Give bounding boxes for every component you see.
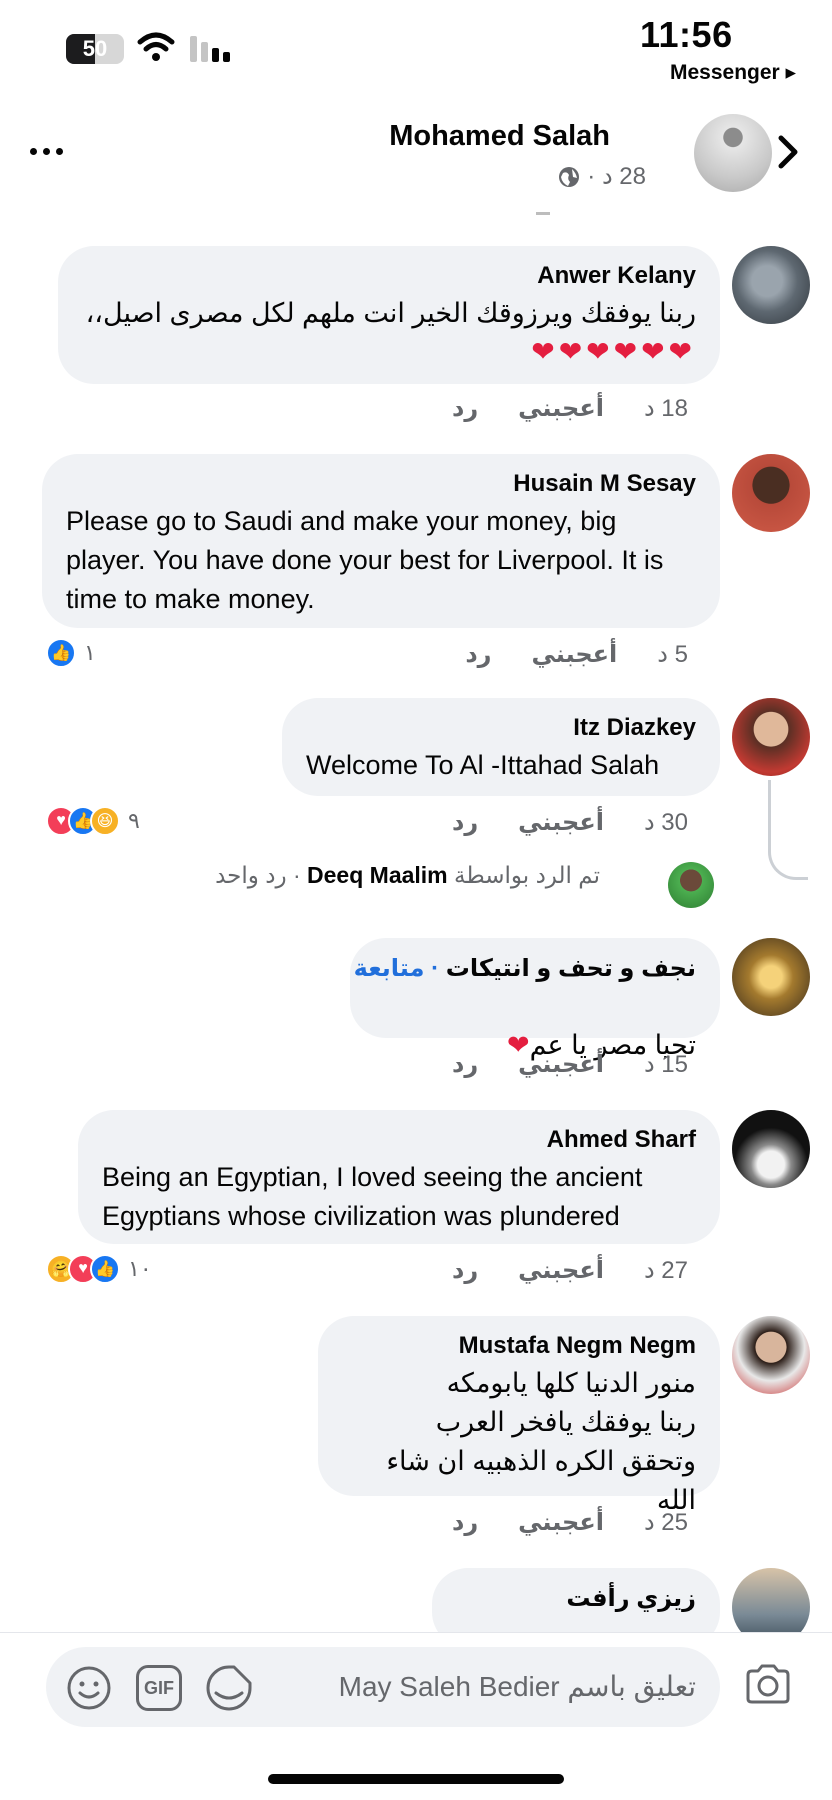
battery-icon: 50 <box>66 34 124 64</box>
follow-link[interactable]: · متابعة <box>354 955 439 982</box>
comment-time: 27 د <box>643 1257 688 1284</box>
reactions[interactable]: ♥ 👍 😆 ٩ <box>46 806 140 836</box>
like-button[interactable]: أعجبني <box>518 808 604 837</box>
reaction-count: ٩ <box>128 808 140 833</box>
page-name[interactable]: Mohamed Salah <box>389 120 610 153</box>
comment-author-name[interactable]: نجف و تحف و انتيكات <box>446 955 696 982</box>
page-avatar[interactable] <box>694 114 772 192</box>
comment-bubble[interactable]: Itz Diazkey Welcome To Al -Ittahad Salah <box>282 698 720 796</box>
replied-by: Deeq Maalim <box>307 862 448 888</box>
like-reaction-icon: 👍 <box>46 638 76 668</box>
comment-author[interactable]: زيزي رأفت <box>456 1584 696 1613</box>
comment-actions: 30 د أعجبني رد <box>452 808 688 837</box>
emoji-icon[interactable] <box>66 1665 112 1711</box>
comment-author[interactable]: Ahmed Sharf <box>102 1126 696 1154</box>
like-button[interactable]: أعجبني <box>531 640 617 669</box>
comment-bubble[interactable]: Ahmed Sharf Being an Egyptian, I loved s… <box>78 1110 720 1244</box>
reply-button[interactable]: رد <box>452 394 478 423</box>
comment-time: 15 د <box>643 1051 688 1078</box>
comment-text: Welcome To Al -Ittahad Salah <box>306 750 660 780</box>
comment-actions: 18 د أعجبني رد <box>452 394 688 423</box>
comment-actions: 5 د أعجبني رد <box>465 640 688 669</box>
comment-text: Please go to Saudi and make your money, … <box>66 506 664 614</box>
like-reaction-icon: 👍 <box>90 1254 120 1284</box>
globe-icon <box>559 166 580 187</box>
view-replies-link[interactable]: تم الرد بواسطة Deeq Maalim · رد واحد <box>215 862 600 889</box>
comment-bubble[interactable]: Husain M Sesay Please go to Saudi and ma… <box>42 454 720 628</box>
post-header: Mohamed Salah 28 د · <box>0 100 832 200</box>
comment-time: 5 د <box>657 641 688 668</box>
haha-reaction-icon: 😆 <box>90 806 120 836</box>
comment-bubble[interactable]: Mustafa Negm Negm منور الدنيا كلها يابوم… <box>318 1316 720 1515</box>
reaction-count: ١ <box>84 640 96 665</box>
wifi-icon <box>137 32 175 61</box>
comment-time: 30 د <box>643 809 688 836</box>
comment-time: 25 د <box>643 1509 688 1536</box>
like-button[interactable]: أعجبني <box>518 1508 604 1537</box>
avatar[interactable] <box>732 698 810 776</box>
reply-button[interactable]: رد <box>452 1508 478 1537</box>
avatar[interactable] <box>732 1110 810 1188</box>
thread-connector <box>768 780 808 880</box>
reply-avatar[interactable] <box>668 862 714 908</box>
comment-time: 18 د <box>643 395 688 422</box>
comment-text: منور الدنيا كلها يابومكه ربنا يوفقك يافخ… <box>386 1368 696 1515</box>
comment-author: نجف و تحف و انتيكات · متابعة <box>354 954 696 983</box>
like-button[interactable]: أعجبني <box>518 394 604 423</box>
sticker-icon[interactable] <box>204 1663 254 1713</box>
comment-text: ربنا يوفقك ويرزوقك الخير انت ملهم لكل مص… <box>85 298 696 328</box>
reactions[interactable]: 👍 ١ <box>46 638 96 668</box>
comment-actions: 25 د أعجبني رد <box>452 1508 688 1537</box>
reply-button[interactable]: رد <box>465 640 491 669</box>
reply-button[interactable]: رد <box>452 1050 478 1079</box>
reply-button[interactable]: رد <box>452 1256 478 1285</box>
comment-actions: 15 د أعجبني رد <box>452 1050 688 1079</box>
comment-bubble[interactable]: Anwer Kelany ربنا يوفقك ويرزوقك الخير ان… <box>58 246 720 384</box>
post-time: 28 د · <box>587 163 646 190</box>
avatar[interactable] <box>732 246 810 324</box>
divider-icon <box>536 212 550 215</box>
replied-suffix: · رد واحد <box>215 862 301 888</box>
reactions[interactable]: 🤗 ♥ 👍 ١٠ <box>46 1254 152 1284</box>
post-meta: 28 د · <box>557 162 646 191</box>
clock: 11:56 <box>640 14 733 55</box>
signal-icon <box>190 36 230 62</box>
avatar[interactable] <box>732 454 810 532</box>
reply-button[interactable]: رد <box>452 808 478 837</box>
camera-icon[interactable] <box>744 1663 792 1705</box>
comment-author[interactable]: Anwer Kelany <box>82 262 696 290</box>
chevron-right-icon[interactable] <box>776 134 800 170</box>
like-button[interactable]: أعجبني <box>518 1256 604 1285</box>
avatar[interactable] <box>732 938 810 1016</box>
home-indicator <box>268 1774 564 1784</box>
comment-author[interactable]: Itz Diazkey <box>306 714 696 742</box>
like-button[interactable]: أعجبني <box>518 1050 604 1079</box>
status-bar: 50 11:56 Messenger ▸ <box>0 0 832 90</box>
more-options-icon[interactable] <box>30 148 63 155</box>
comment-text: Being an Egyptian, I loved seeing the an… <box>102 1162 643 1231</box>
comment-input[interactable] <box>276 1647 696 1727</box>
comment-bubble[interactable]: نجف و تحف و انتيكات · متابعة تحيا مصر يا… <box>350 938 720 1060</box>
comment-actions: 27 د أعجبني رد <box>452 1256 688 1285</box>
comment-author[interactable]: Husain M Sesay <box>66 470 696 498</box>
replied-prefix: تم الرد بواسطة <box>454 862 600 888</box>
avatar[interactable] <box>732 1316 810 1394</box>
gif-icon[interactable]: GIF <box>136 1665 182 1711</box>
reaction-count: ١٠ <box>128 1256 152 1281</box>
composer-box: GIF <box>46 1647 720 1727</box>
back-to-app-link[interactable]: Messenger ▸ <box>670 60 796 85</box>
gif-label: GIF <box>144 1677 174 1698</box>
battery-level: 50 <box>82 36 108 61</box>
comment-author[interactable]: Mustafa Negm Negm <box>342 1332 696 1360</box>
heart-emojis: ❤❤❤❤❤❤ <box>531 336 696 367</box>
